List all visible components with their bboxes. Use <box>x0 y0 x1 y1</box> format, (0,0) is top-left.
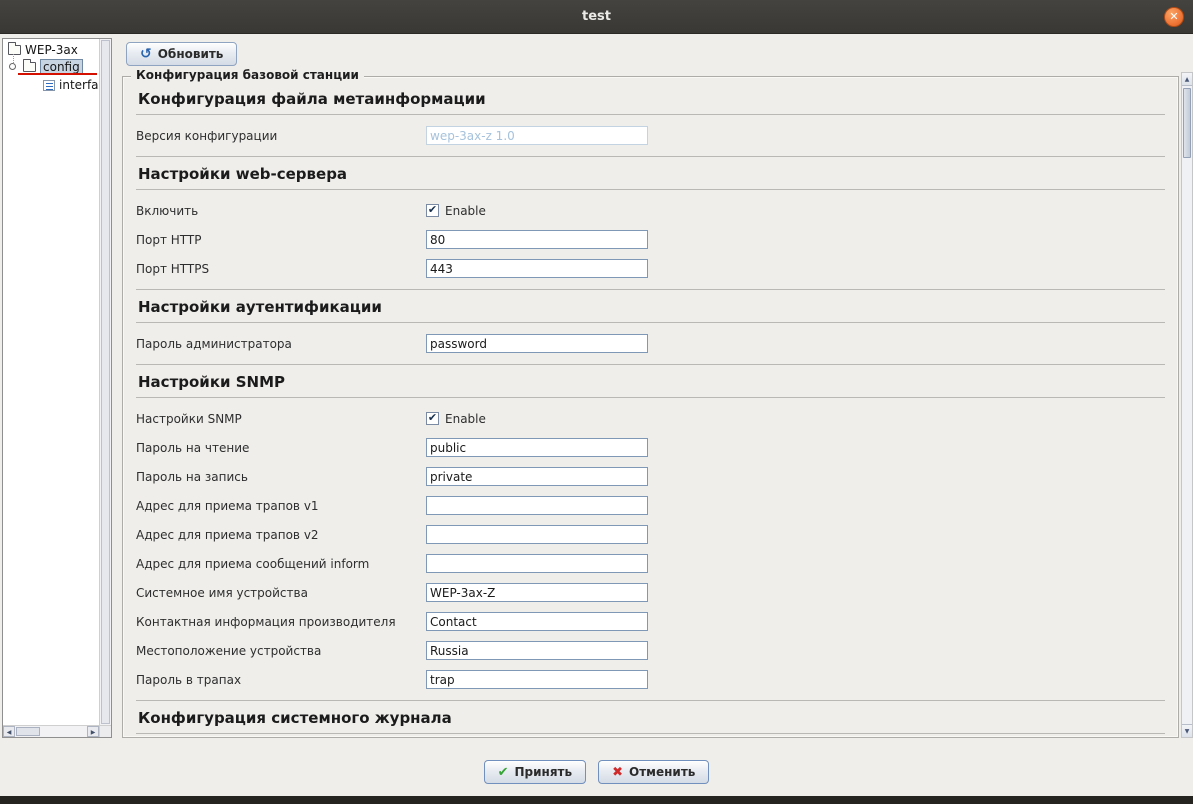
bottom-strip <box>0 796 1193 804</box>
section-meta-info: Конфигурация файла метаинформации Версия… <box>136 82 1165 157</box>
form-row: Контактная информация производителя <box>136 607 1165 636</box>
field-label: Версия конфигурации <box>136 129 426 143</box>
checkmark-icon: ✔ <box>428 412 437 423</box>
refresh-button[interactable]: ↺ Обновить <box>126 42 237 66</box>
footer-button-bar: ✔ Принять ✖ Отменить <box>0 755 1193 789</box>
webserver-enable-checkbox[interactable]: ✔ <box>426 204 439 217</box>
cross-icon: ✖ <box>612 766 623 779</box>
field-label: Пароль на запись <box>136 470 426 484</box>
form-row: Адрес для приема сообщений inform <box>136 549 1165 578</box>
field-label: Пароль на чтение <box>136 441 426 455</box>
titlebar: test ✕ <box>0 0 1193 34</box>
form-row: Адрес для приема трапов v2 <box>136 520 1165 549</box>
field-label: Адрес для приема трапов v1 <box>136 499 426 513</box>
contact-info-input[interactable] <box>426 612 648 631</box>
snmp-write-community-input[interactable] <box>426 467 648 486</box>
tree-vertical-scrollbar-thumb[interactable] <box>101 40 110 724</box>
accept-button[interactable]: ✔ Принять <box>484 760 587 784</box>
form-row: Системное имя устройства <box>136 578 1165 607</box>
http-port-input[interactable] <box>426 230 648 249</box>
snmp-read-community-input[interactable] <box>426 438 648 457</box>
form-row: Включить ✔ Enable <box>136 196 1165 225</box>
field-label: Местоположение устройства <box>136 644 426 658</box>
cancel-button-label: Отменить <box>629 765 695 779</box>
tree-panel: WEP-3ax config interfa ◀ ▶ <box>2 38 112 738</box>
close-icon: ✕ <box>1169 10 1178 23</box>
window-title: test <box>0 0 1193 34</box>
refresh-icon: ↺ <box>140 47 152 61</box>
trap-password-input[interactable] <box>426 670 648 689</box>
form-row: Адрес для приема трапов v1 <box>136 491 1165 520</box>
scroll-right-icon[interactable]: ▶ <box>87 726 99 737</box>
form-row: Пароль администратора <box>136 329 1165 358</box>
form-row: Местоположение устройства <box>136 636 1165 665</box>
tree-expand-handle[interactable] <box>9 63 16 70</box>
field-label: Включить <box>136 204 426 218</box>
section-title: Конфигурация файла метаинформации <box>136 82 1165 115</box>
section-title: Конфигурация системного журнала <box>136 701 1165 734</box>
field-label: Адрес для приема сообщений inform <box>136 557 426 571</box>
selection-underline <box>18 73 97 75</box>
field-label: Пароль администратора <box>136 337 426 351</box>
form-vertical-scrollbar[interactable]: ▲ ▼ <box>1181 72 1193 738</box>
section-web-server: Настройки web-сервера Включить ✔ Enable … <box>136 157 1165 290</box>
tree-horizontal-scrollbar[interactable]: ◀ ▶ <box>3 725 99 737</box>
section-title: Настройки SNMP <box>136 365 1165 398</box>
admin-password-input[interactable] <box>426 334 648 353</box>
config-form: Конфигурация файла метаинформации Версия… <box>124 78 1177 736</box>
scrollbar-corner <box>99 725 111 737</box>
config-version-input <box>426 126 648 145</box>
form-vertical-scrollbar-thumb[interactable] <box>1183 88 1191 158</box>
form-row: Настройки SNMP ✔ Enable <box>136 404 1165 433</box>
section-syslog: Конфигурация системного журнала <box>136 701 1165 736</box>
trap-v2-address-input[interactable] <box>426 525 648 544</box>
tree-item-wep3ax[interactable]: WEP-3ax <box>8 42 78 58</box>
form-row: Версия конфигурации <box>136 121 1165 150</box>
folder-icon <box>23 62 36 72</box>
form-row: Порт HTTPS <box>136 254 1165 283</box>
tree-item-label: interfa <box>59 78 99 92</box>
trap-v1-address-input[interactable] <box>426 496 648 515</box>
checkmark-icon: ✔ <box>428 204 437 215</box>
form-row: Пароль на чтение <box>136 433 1165 462</box>
scroll-down-icon[interactable]: ▼ <box>1182 724 1192 737</box>
check-icon: ✔ <box>498 766 509 779</box>
scroll-up-icon[interactable]: ▲ <box>1182 73 1192 86</box>
folder-icon <box>8 45 21 55</box>
field-label: Настройки SNMP <box>136 412 426 426</box>
section-authentication: Настройки аутентификации Пароль админист… <box>136 290 1165 365</box>
checkbox-text: Enable <box>445 204 486 218</box>
accept-button-label: Принять <box>515 765 573 779</box>
section-title: Настройки web-сервера <box>136 157 1165 190</box>
inform-address-input[interactable] <box>426 554 648 573</box>
field-label: Порт HTTPS <box>136 262 426 276</box>
https-port-input[interactable] <box>426 259 648 278</box>
cancel-button[interactable]: ✖ Отменить <box>598 760 709 784</box>
list-icon <box>43 80 55 91</box>
form-row: Пароль на запись <box>136 462 1165 491</box>
system-name-input[interactable] <box>426 583 648 602</box>
location-input[interactable] <box>426 641 648 660</box>
field-label: Системное имя устройства <box>136 586 426 600</box>
tree-vertical-scrollbar[interactable] <box>99 39 111 725</box>
snmp-enable-checkbox[interactable]: ✔ <box>426 412 439 425</box>
field-label: Порт HTTP <box>136 233 426 247</box>
base-station-config-groupbox: Конфигурация базовой станции Конфигураци… <box>122 76 1179 738</box>
field-label: Контактная информация производителя <box>136 615 426 629</box>
refresh-button-label: Обновить <box>158 47 224 61</box>
close-button[interactable]: ✕ <box>1164 7 1184 27</box>
form-row: Пароль в трапах <box>136 665 1165 694</box>
section-snmp: Настройки SNMP Настройки SNMP ✔ Enable П… <box>136 365 1165 701</box>
section-title: Настройки аутентификации <box>136 290 1165 323</box>
form-row: Порт HTTP <box>136 225 1165 254</box>
field-label: Пароль в трапах <box>136 673 426 687</box>
field-label: Адрес для приема трапов v2 <box>136 528 426 542</box>
tree-item-label: WEP-3ax <box>25 43 78 57</box>
tree-horizontal-scrollbar-thumb[interactable] <box>16 727 40 736</box>
checkbox-text: Enable <box>445 412 486 426</box>
tree-item-interfaces[interactable]: interfa <box>43 77 99 93</box>
scroll-left-icon[interactable]: ◀ <box>3 726 15 737</box>
